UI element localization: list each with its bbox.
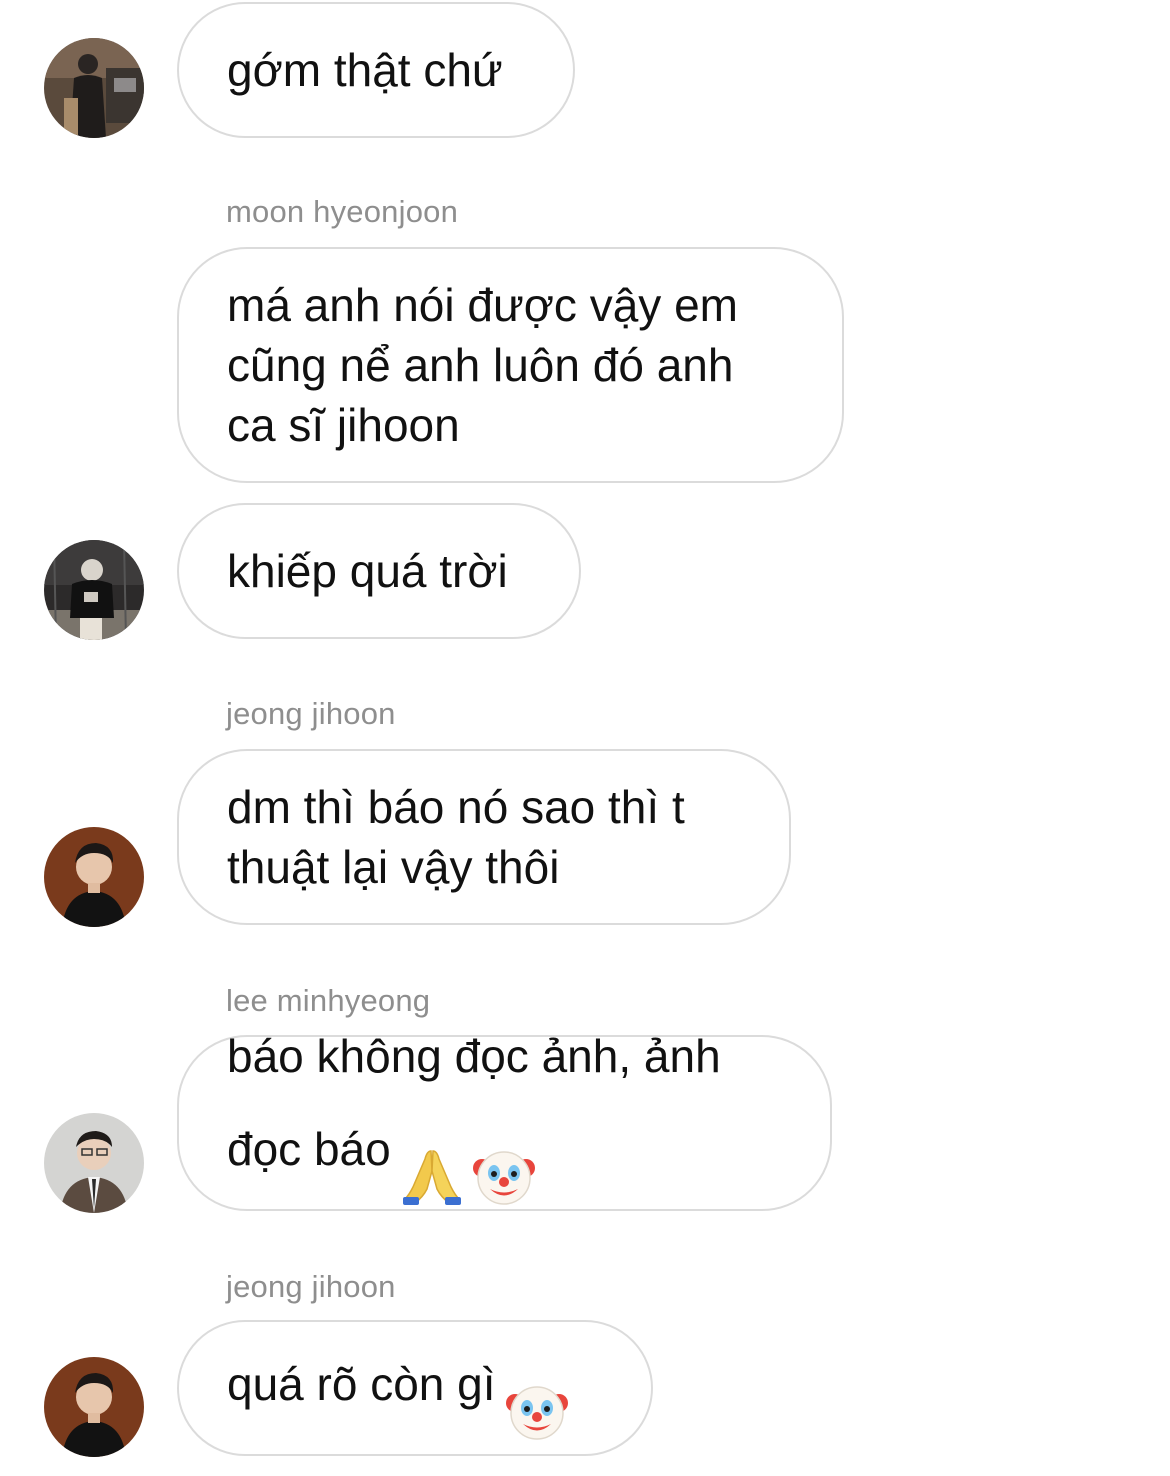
sender-name: jeong jihoon	[226, 696, 396, 731]
clown-face-emoji-icon	[505, 1321, 568, 1455]
message-bubble[interactable]: quá rõ còn gì	[177, 1320, 653, 1456]
message-bubble[interactable]: báo không đọc ảnh, ảnh đọc báo	[177, 1030, 832, 1211]
sender-name: lee minhyeong	[226, 983, 431, 1018]
message-text: khiếp quá trời	[227, 545, 508, 597]
clown-face-emoji-icon	[472, 1086, 535, 1220]
message-text: dm thì báo nó sao thì t thuật lại vậy th…	[227, 781, 685, 893]
avatar[interactable]	[44, 1357, 144, 1457]
avatar[interactable]	[44, 827, 144, 927]
avatar-photo-night-street-icon	[44, 540, 144, 640]
avatar-photo-portrait-suit-icon	[44, 1113, 144, 1213]
sender-name: jeong jihoon	[226, 1269, 396, 1304]
message-bubble[interactable]: khiếp quá trời	[177, 503, 581, 639]
avatar-photo-dark-room-icon	[44, 38, 144, 138]
message-bubble[interactable]: gớm thật chứ	[177, 2, 575, 138]
message-text: má anh nói được vậy em cũng nể anh luôn …	[227, 279, 738, 451]
message-bubble[interactable]: dm thì báo nó sao thì t thuật lại vậy th…	[177, 749, 791, 925]
folded-hands-emoji-icon	[401, 1087, 463, 1219]
message-text: quá rõ còn gì	[227, 1321, 568, 1455]
sender-name: moon hyeonjoon	[226, 194, 459, 229]
avatar-photo-portrait-dark-icon	[44, 827, 144, 927]
avatar[interactable]	[44, 38, 144, 138]
message-text: báo không đọc ảnh, ảnh đọc báo	[227, 1026, 721, 1220]
avatar[interactable]	[44, 540, 144, 640]
message-text: gớm thật chứ	[227, 44, 503, 96]
avatar[interactable]	[44, 1113, 144, 1213]
message-bubble[interactable]: má anh nói được vậy em cũng nể anh luôn …	[177, 247, 844, 483]
avatar-photo-portrait-dark-icon	[44, 1357, 144, 1457]
